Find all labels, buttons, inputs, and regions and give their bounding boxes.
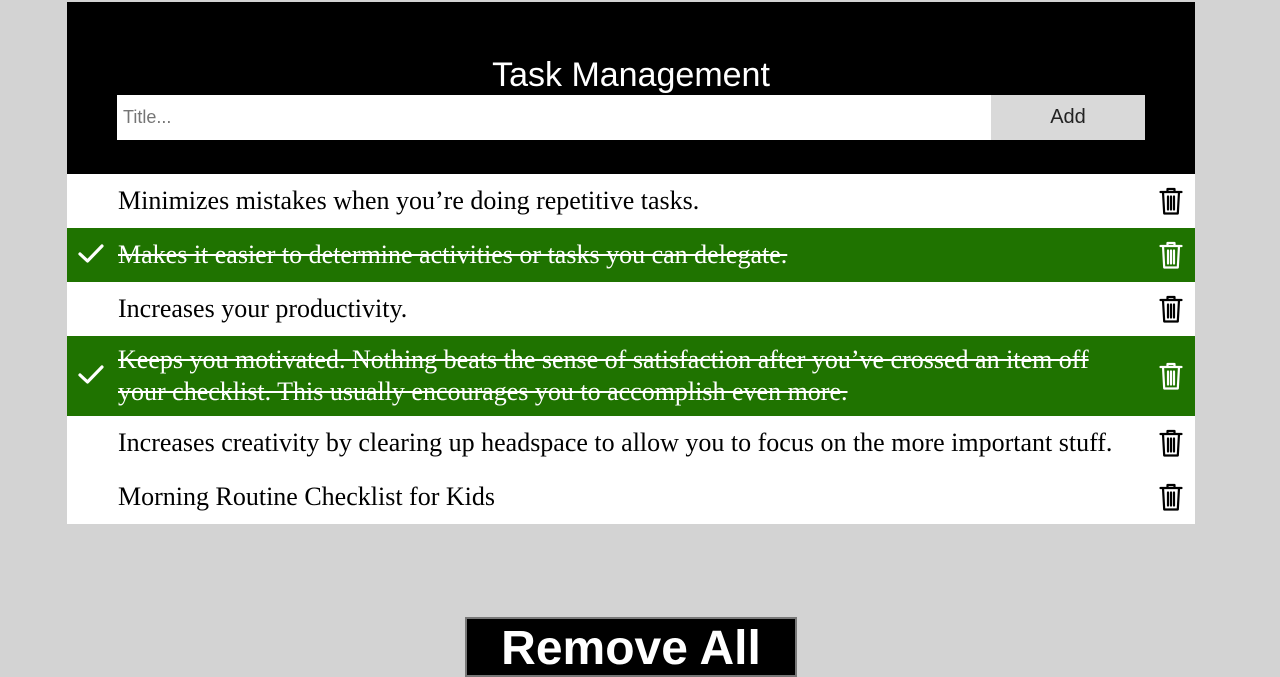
trash-icon[interactable]	[1159, 362, 1183, 390]
page-title: Task Management	[492, 56, 770, 94]
task-text: Keeps you motivated. Nothing beats the s…	[118, 345, 1089, 406]
task-app: Task Management Add Minimizes mistakes w…	[67, 2, 1195, 524]
trash-icon[interactable]	[1159, 429, 1183, 457]
remove-all-button[interactable]: Remove All	[465, 617, 797, 677]
task-item[interactable]: Keeps you motivated. Nothing beats the s…	[67, 336, 1195, 416]
task-list: Minimizes mistakes when you’re doing rep…	[67, 174, 1195, 524]
task-text: Minimizes mistakes when you’re doing rep…	[118, 186, 700, 215]
task-text: Makes it easier to determine activities …	[118, 240, 788, 269]
task-item[interactable]: Increases creativity by clearing up head…	[67, 416, 1195, 470]
add-task-form: Add	[117, 95, 1145, 140]
task-text: Increases your productivity.	[118, 294, 408, 323]
task-item[interactable]: Morning Routine Checklist for Kids	[67, 470, 1195, 524]
trash-icon[interactable]	[1159, 241, 1183, 269]
task-text: Morning Routine Checklist for Kids	[118, 482, 495, 511]
title-input[interactable]	[117, 95, 991, 140]
check-icon	[78, 365, 104, 384]
add-button[interactable]: Add	[991, 95, 1145, 140]
trash-icon[interactable]	[1159, 483, 1183, 511]
check-icon	[78, 244, 104, 263]
task-item[interactable]: Increases your productivity.	[67, 282, 1195, 336]
header: Task Management Add	[67, 2, 1195, 174]
trash-icon[interactable]	[1159, 187, 1183, 215]
task-item[interactable]: Makes it easier to determine activities …	[67, 228, 1195, 282]
trash-icon[interactable]	[1159, 295, 1183, 323]
task-text: Increases creativity by clearing up head…	[118, 428, 1113, 457]
task-item[interactable]: Minimizes mistakes when you’re doing rep…	[67, 174, 1195, 228]
